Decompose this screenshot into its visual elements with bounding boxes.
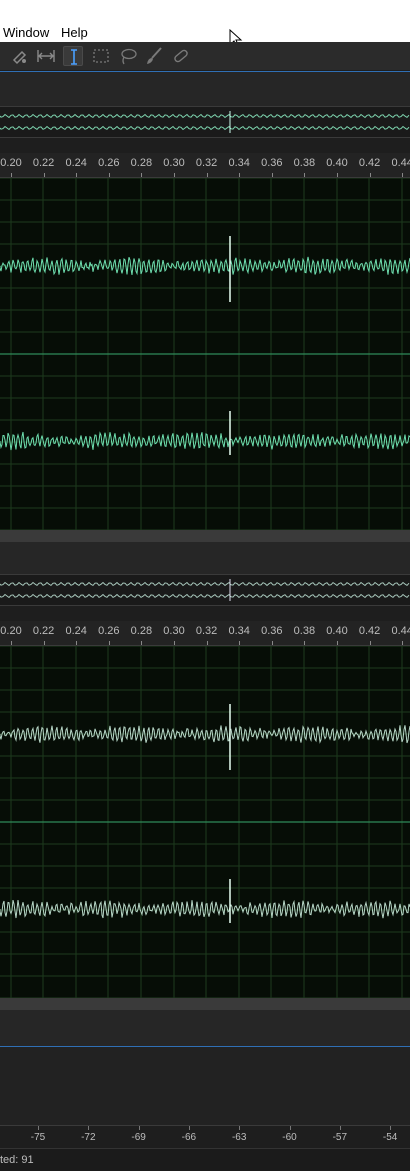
ruler-label: 0.40: [326, 625, 348, 637]
ruler-tick: [402, 173, 404, 177]
healing-icon[interactable]: [171, 46, 191, 66]
ruler-label: 0.32: [195, 625, 218, 637]
ruler-label: 0.26: [98, 625, 120, 637]
ruler-label: 0.24: [65, 625, 87, 637]
razor-icon[interactable]: [10, 46, 30, 66]
editor-1-overview[interactable]: [0, 106, 410, 138]
meter-label: -69: [131, 1132, 146, 1143]
ruler-tick: [206, 173, 208, 177]
ruler-label: 0.44: [391, 157, 410, 169]
ruler-tick: [43, 641, 45, 645]
ruler-label: 0.30: [163, 625, 185, 637]
editor-1-time-ruler[interactable]: 0.20 0.22 0.24 0.26 0.28 0.30 0.32 0.34 0.36 0.38…: [0, 153, 410, 178]
toolbar: [0, 42, 410, 70]
meter-tick: [289, 1126, 291, 1130]
meter-tick: [339, 1126, 341, 1130]
ruler-tick: [43, 173, 45, 177]
ruler-label: 0.36: [261, 157, 283, 169]
meter-tick: [188, 1126, 190, 1130]
ruler-label: 0.26: [98, 157, 120, 169]
ruler-label: 0.42: [358, 157, 381, 169]
ruler-label: 0.22: [32, 625, 55, 637]
editor-2-overview[interactable]: [0, 574, 410, 606]
ruler-tick: [141, 173, 143, 177]
status-bar: [0, 1148, 410, 1171]
editor-1-waveform-display[interactable]: [0, 178, 410, 530]
ruler-tick: [369, 173, 371, 177]
level-meter: -75 -72 -69 -66 -63 -60 -57 -54: [0, 1125, 410, 1148]
meter-label: -72: [81, 1132, 96, 1143]
ruler-tick: [141, 641, 143, 645]
ruler-label: 0.36: [261, 625, 283, 637]
editor-2-waveform-svg: [0, 646, 410, 998]
ruler-label: 0.24: [65, 157, 87, 169]
meter-tick: [88, 1126, 90, 1130]
ruler-tick: [76, 641, 78, 645]
editor-2-overview-waveform: [0, 579, 410, 601]
ruler-tick: [239, 641, 241, 645]
ruler-label: 0.38: [293, 157, 316, 169]
ruler-tick: [337, 641, 338, 645]
ruler-tick: [304, 641, 306, 645]
ruler-label: 0.44: [391, 625, 410, 637]
ruler-tick: [11, 641, 12, 645]
meter-label: -75: [30, 1132, 46, 1143]
ruler-label: 0.42: [358, 625, 381, 637]
ruler-label: 0.22: [32, 157, 55, 169]
marquee-icon[interactable]: [91, 46, 111, 66]
ruler-tick: [271, 641, 273, 645]
ruler-label: 0.34: [228, 157, 250, 169]
lower-panel-header: [0, 1010, 410, 1046]
ruler-tick: [206, 641, 208, 645]
ruler-tick: [11, 173, 12, 177]
editor-1-scrollbar[interactable]: [0, 530, 410, 542]
editor-2-scrollbar[interactable]: [0, 998, 410, 1010]
editor-1-overview-waveform: [0, 111, 410, 133]
ruler-tick: [174, 173, 175, 177]
ruler-label: 0.28: [130, 157, 153, 169]
editor-2-header: [0, 542, 410, 574]
meter-label: -57: [332, 1132, 348, 1143]
ruler-label: 0.28: [130, 625, 153, 637]
menu-window[interactable]: Window: [3, 25, 49, 40]
ruler-label: 0.34: [228, 625, 250, 637]
editor-2-waveform-display[interactable]: [0, 646, 410, 998]
meter-label: -60: [282, 1132, 297, 1143]
lasso-icon[interactable]: [118, 46, 138, 66]
slip-icon[interactable]: [36, 46, 56, 66]
ruler-tick: [239, 173, 241, 177]
meter-label: -54: [382, 1132, 398, 1143]
ruler-tick: [108, 641, 110, 645]
ruler-tick: [304, 173, 306, 177]
ruler-tick: [402, 641, 404, 645]
ruler-label: 0.32: [195, 157, 218, 169]
editor-2-time-ruler[interactable]: 0.20 0.22 0.24 0.26 0.28 0.30 0.32 0.34 0.36 0.38…: [0, 621, 410, 646]
meter-tick: [38, 1126, 39, 1130]
lower-panel-body: [0, 1047, 410, 1125]
meter-tick: [138, 1126, 140, 1130]
meter-tick: [390, 1126, 392, 1130]
menu-help[interactable]: Help: [61, 25, 88, 40]
ruler-label: 0.20: [0, 157, 22, 169]
meter-label: -63: [231, 1132, 247, 1143]
meter-label: -66: [181, 1132, 197, 1143]
ruler-tick: [174, 641, 175, 645]
ruler-tick: [108, 173, 110, 177]
ruler-tick: [271, 173, 273, 177]
ruler-label: 0.20: [0, 625, 22, 637]
brush-icon[interactable]: [144, 46, 164, 66]
editor-1-header: [0, 72, 410, 106]
status-text: ted: 91: [0, 1154, 34, 1166]
ruler-tick: [337, 173, 338, 177]
time-selection-icon[interactable]: [63, 46, 83, 66]
ruler-label: 0.38: [293, 625, 316, 637]
ruler-tick: [369, 641, 371, 645]
ruler-label: 0.40: [326, 157, 348, 169]
ruler-tick: [76, 173, 78, 177]
meter-tick: [239, 1126, 241, 1130]
ruler-label: 0.30: [163, 157, 185, 169]
editor-1-waveform-svg: [0, 178, 410, 530]
